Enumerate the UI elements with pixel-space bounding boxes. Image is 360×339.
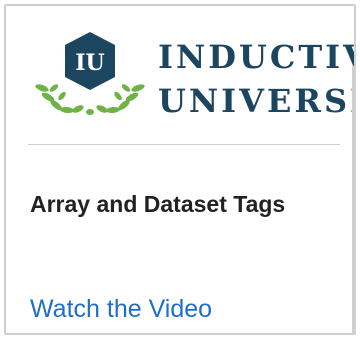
inductive-university-logo: IU INDUCTI UNIVERS — [6, 6, 354, 136]
laurel-left-icon — [35, 84, 84, 114]
video-card: IU INDUCTI UNIVERS Array and Dataset Tag… — [4, 4, 356, 335]
logo-wordmark-line2: UNIVERSITY — [158, 82, 354, 120]
logo-divider — [28, 144, 340, 145]
logo-wordmark-line1: INDUCTIVE — [158, 38, 354, 76]
logo-wordmark: INDUCTIVE UNIVERSITY — [158, 36, 354, 122]
watch-video-link[interactable]: Watch the Video — [30, 294, 212, 324]
laurel-center-icon — [86, 109, 94, 115]
card-right-border — [352, 66, 354, 333]
article-title: Array and Dataset Tags — [30, 191, 286, 217]
laurel-right-icon — [96, 84, 145, 114]
iu-badge-logo-icon: IU — [35, 32, 145, 115]
badge-text: IU — [75, 50, 104, 76]
